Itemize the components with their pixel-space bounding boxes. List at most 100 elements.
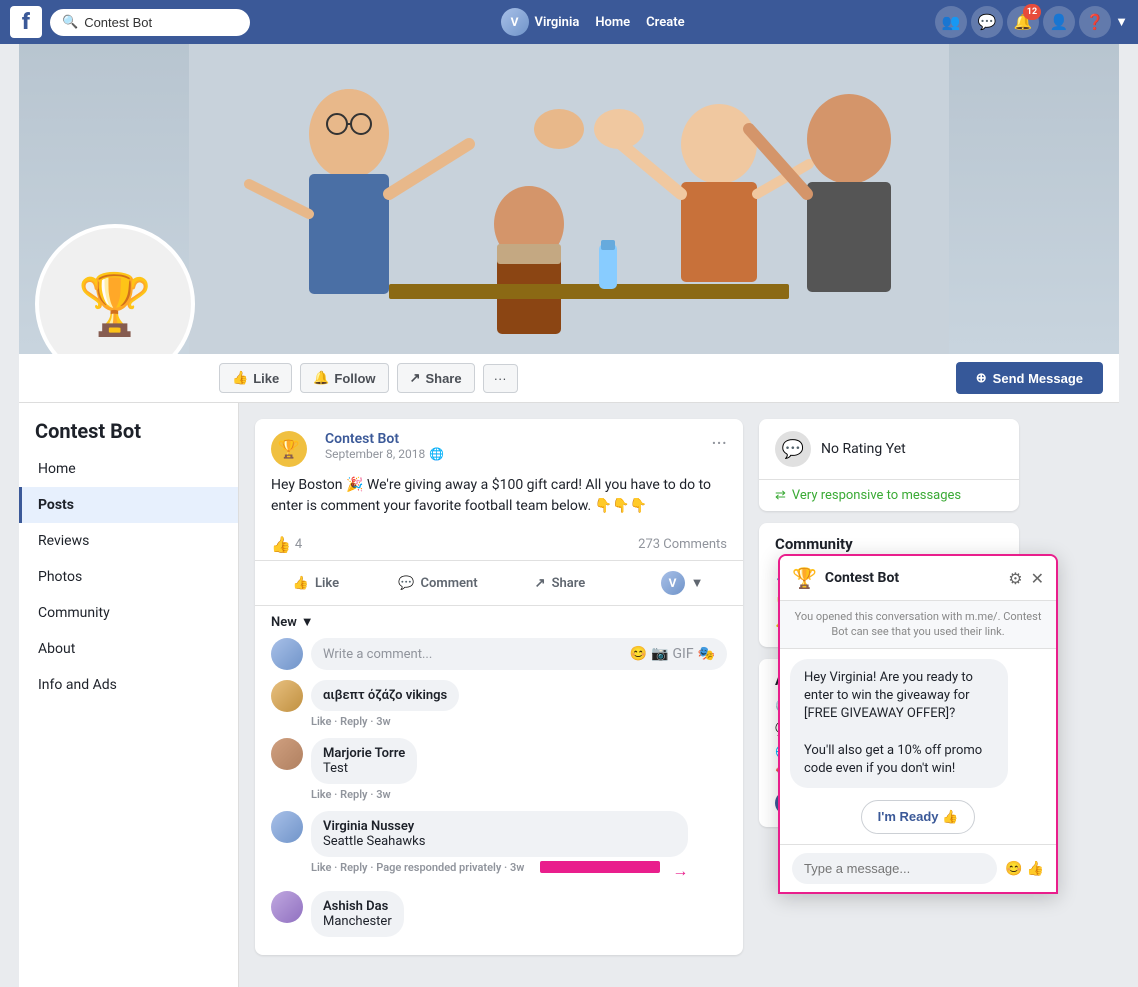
camera-icon[interactable]: 📷	[651, 646, 668, 662]
comments-sort[interactable]: New ▼	[271, 614, 727, 630]
post-body: Hey Boston 🎉 We're giving away a $100 gi…	[255, 475, 743, 529]
messenger-icon: ⊕	[976, 370, 987, 386]
sidebar-item-posts[interactable]: Posts	[19, 487, 238, 523]
comment-author-1[interactable]: αιβεπτ όζάζο vikings	[323, 688, 447, 703]
chat-message-text-2: You'll also get a 10% off promo code eve…	[804, 743, 982, 776]
post-share-btn[interactable]: ↗ Share	[499, 565, 621, 601]
chat-popup: 🏆 Contest Bot ⚙ ✕ You opened this conver…	[778, 554, 1058, 894]
no-rating-section: 💬 No Rating Yet	[759, 419, 1019, 480]
nav-dropdown-btn[interactable]: ▼	[1115, 14, 1128, 30]
brand: f 🔍	[10, 6, 250, 38]
navbar: f 🔍 V Virginia Home Create 👥 💬 🔔 12 👤 ❓ …	[0, 0, 1138, 44]
post-like-btn[interactable]: 👍 Like	[255, 565, 377, 601]
chat-header-left: 🏆 Contest Bot	[792, 566, 899, 590]
comment-meta-1: Like · Reply · 3w	[311, 715, 459, 728]
like-reaction-icon: 👍	[271, 535, 291, 554]
chat-thumbs-icon[interactable]: 👍	[1027, 861, 1044, 877]
comment-text-3: Seattle Seahawks	[323, 834, 676, 849]
chat-bot-name: Contest Bot	[825, 570, 899, 586]
feed-column: 🏆 Contest Bot September 8, 2018 🌐 ··· He…	[239, 403, 759, 987]
chat-message-1: Hey Virginia! Are you ready to enter to …	[790, 659, 1008, 788]
sidebar-item-about[interactable]: About	[19, 631, 238, 667]
comment-text-4: Manchester	[323, 914, 392, 929]
post-author-name[interactable]: Contest Bot	[325, 431, 444, 447]
sidebar-item-info-and-ads[interactable]: Info and Ads	[19, 667, 238, 703]
sidebar-item-photos[interactable]: Photos	[19, 559, 238, 595]
avatar: V	[501, 8, 529, 36]
facebook-logo: f	[10, 6, 42, 38]
post-more-options[interactable]: ···	[711, 431, 727, 455]
comment-content-4: Ashish Das Manchester	[311, 891, 404, 937]
responsive-icon: ⇄	[775, 488, 786, 503]
like-button[interactable]: 👍 Like	[219, 363, 292, 393]
comment-meta-3: Like · Reply · Page responded privately …	[311, 861, 688, 881]
emoji-icon[interactable]: 😊	[630, 646, 647, 662]
sidebar-item-community[interactable]: Community	[19, 595, 238, 631]
commenter-avatar-3	[271, 811, 303, 843]
follow-button[interactable]: 🔔 Follow	[300, 363, 388, 393]
more-options-button[interactable]: ···	[483, 364, 518, 393]
reactions-left: 👍 4	[271, 535, 302, 554]
search-input[interactable]	[84, 15, 238, 30]
chat-close-icon[interactable]: ✕	[1031, 569, 1044, 588]
post-meta: Contest Bot September 8, 2018 🌐	[325, 431, 444, 461]
comment-text-2: Test	[323, 761, 405, 776]
no-rating: 💬 No Rating Yet	[775, 431, 1003, 467]
chat-gear-icon[interactable]: ⚙	[1008, 569, 1022, 588]
sticker-icon[interactable]: 🎭	[698, 646, 715, 662]
sort-chevron-icon: ▼	[301, 614, 314, 630]
post-avatar-action[interactable]: V ▼	[621, 565, 743, 601]
post-actions: 👍 Like 💬 Comment ↗ Share V ▼	[255, 561, 743, 606]
nav-create[interactable]: Create	[646, 15, 684, 30]
comment-bubble-2: Marjorie Torre Test	[311, 738, 417, 784]
comment-author-3[interactable]: Virginia Nussey	[323, 819, 676, 834]
chat-bot-avatar: 🏆	[792, 566, 817, 590]
comments-count[interactable]: 273 Comments	[638, 537, 727, 552]
chat-message-input[interactable]	[792, 853, 997, 884]
notifications-icon-btn[interactable]: 🔔 12	[1007, 6, 1039, 38]
comment-action-icon: 💬	[398, 576, 414, 591]
comment-content-3: Virginia Nussey Seattle Seahawks Like · …	[311, 811, 688, 881]
gif-icon[interactable]: GIF	[672, 646, 693, 662]
nav-user[interactable]: V Virginia	[501, 8, 580, 36]
search-box[interactable]: 🔍	[50, 9, 250, 36]
comment-content-2: Marjorie Torre Test Like · Reply · 3w	[311, 738, 417, 801]
comment-input-row: Write a comment... 😊 📷 GIF 🎭	[271, 638, 727, 670]
comments-section: New ▼ Write a comment... 😊 📷 GIF 🎭	[255, 606, 743, 955]
chat-emoji-icon[interactable]: 😊	[1005, 861, 1022, 877]
globe-icon: 🌐	[429, 447, 444, 461]
comment-bubble-4: Ashish Das Manchester	[311, 891, 404, 937]
rating-icon: 💬	[775, 431, 811, 467]
trophy-icon: 🏆	[78, 269, 153, 340]
current-user-avatar-small: V	[661, 571, 685, 595]
ready-button[interactable]: I'm Ready 👍	[861, 800, 976, 834]
commenter-avatar-4	[271, 891, 303, 923]
comment-item-4: Ashish Das Manchester	[271, 891, 727, 937]
nav-home[interactable]: Home	[595, 15, 630, 30]
search-icon: 🔍	[62, 15, 78, 30]
chat-messages: Hey Virginia! Are you ready to enter to …	[780, 649, 1056, 844]
notification-badge: 12	[1023, 4, 1041, 20]
people-icon-btn[interactable]: 👥	[935, 6, 967, 38]
cover-section: 🏆 👍 Like 🔔 Follow ↗ Share ···	[19, 44, 1119, 403]
comment-author-2[interactable]: Marjorie Torre	[323, 746, 405, 761]
help-icon-btn[interactable]: ❓	[1079, 6, 1111, 38]
comment-bubble-3: Virginia Nussey Seattle Seahawks	[311, 811, 688, 857]
post-reactions: 👍 4 273 Comments	[255, 529, 743, 561]
post-date: September 8, 2018 🌐	[325, 447, 444, 461]
share-button[interactable]: ↗ Share	[397, 363, 475, 393]
comment-author-4[interactable]: Ashish Das	[323, 899, 392, 914]
action-buttons-left: 👍 Like 🔔 Follow ↗ Share ···	[219, 363, 518, 393]
left-sidebar: Contest Bot Home Posts Reviews Photos Co…	[19, 403, 239, 987]
nav-icons: 👥 💬 🔔 12 👤 ❓ ▼	[935, 6, 1128, 38]
messenger-icon-btn[interactable]: 💬	[971, 6, 1003, 38]
comment-input-box[interactable]: Write a comment... 😊 📷 GIF 🎭	[311, 638, 727, 670]
sidebar-item-home[interactable]: Home	[19, 451, 238, 487]
sidebar-item-reviews[interactable]: Reviews	[19, 523, 238, 559]
friend-requests-icon-btn[interactable]: 👤	[1043, 6, 1075, 38]
send-message-button[interactable]: ⊕ Send Message	[956, 362, 1103, 394]
comment-meta-2: Like · Reply · 3w	[311, 788, 417, 801]
action-bar: 👍 Like 🔔 Follow ↗ Share ··· ⊕ Send Messa…	[19, 354, 1119, 403]
post-comment-btn[interactable]: 💬 Comment	[377, 565, 499, 601]
cover-photo: 🏆	[19, 44, 1119, 354]
